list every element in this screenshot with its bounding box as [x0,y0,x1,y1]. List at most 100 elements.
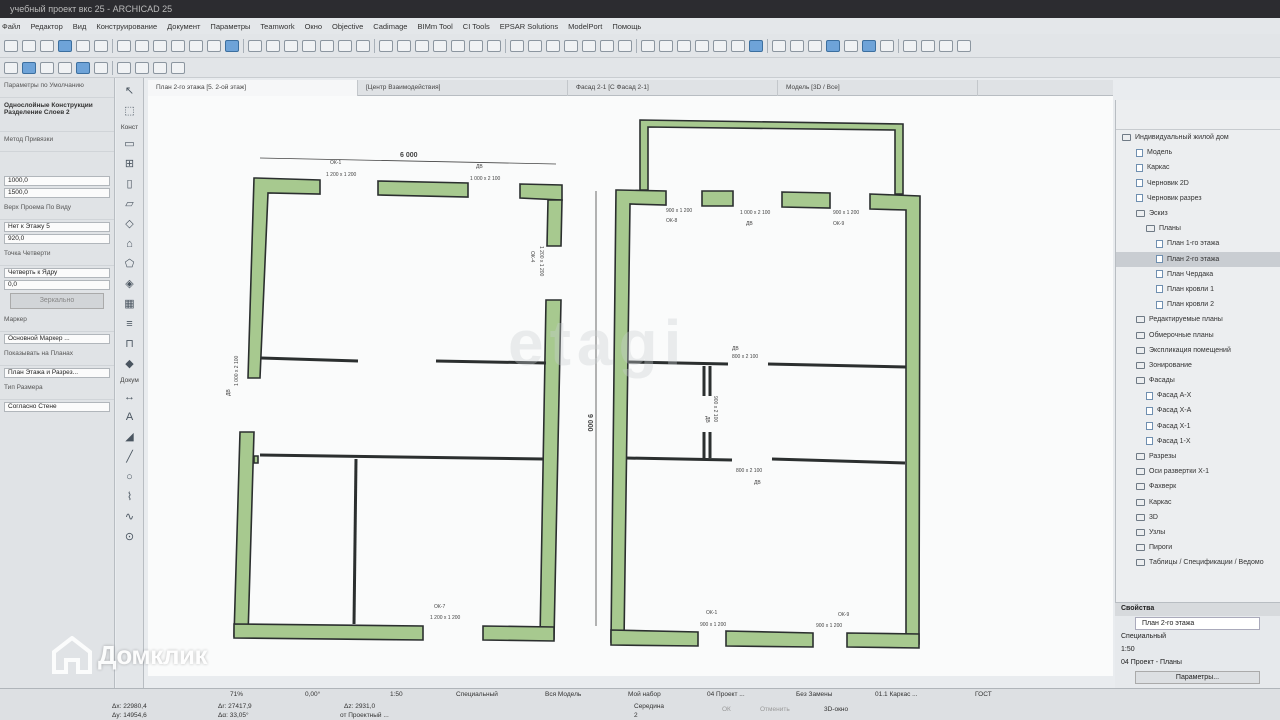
skylight-tool-icon[interactable]: ◈ [122,277,138,291]
toolbar-button-icon[interactable] [880,39,894,52]
navigator-item[interactable]: Черновик разрез [1116,191,1280,206]
fill-tool-icon[interactable]: ◢ [122,430,138,444]
dimension-tool-icon[interactable]: ↔ [122,390,138,404]
show-on-plans-select[interactable]: План Этажа и Разрез... [4,368,110,378]
navigator-item[interactable]: Черновик 2D [1116,176,1280,191]
toolbar-button-icon[interactable] [117,39,131,52]
toolbar-button-icon[interactable] [618,39,632,52]
menu-item-0[interactable]: Файл [2,22,20,31]
offset-field[interactable]: 0,0 [4,280,110,290]
view-tab-0[interactable]: План 2-го этажа [5. 2-ой этаж] [148,80,358,96]
column-tool-icon[interactable]: ▯ [122,177,138,191]
navigator-item[interactable]: План кровли 2 [1116,297,1280,312]
toolbox-design-tab[interactable]: Конст [121,124,138,131]
menu-item-12[interactable]: EPSAR Solutions [500,22,558,31]
toolbar-button-icon[interactable] [939,39,953,52]
cancel-button[interactable]: Отменить [760,706,790,713]
navigator-root[interactable]: Индивидуальный жилой дом [1116,130,1280,145]
text-tool-icon[interactable]: A [122,410,138,424]
navigator-item[interactable]: План кровли 1 [1116,282,1280,297]
toolbar-button-icon[interactable] [135,61,149,74]
mirror-button[interactable]: Зеркально [10,293,104,309]
toolbar-button-icon[interactable] [356,39,370,52]
toolbar-button-icon[interactable] [40,61,54,74]
toolbar-button-icon[interactable] [844,39,858,52]
snap-mode[interactable]: Середина [634,703,664,710]
navigator-item[interactable]: Таблицы / Спецификации / Ведомо [1116,555,1280,570]
toolbar-button-icon[interactable] [58,61,72,74]
toolbar-button-icon[interactable] [189,39,203,52]
angle-value[interactable]: 0,00° [305,691,320,698]
toolbar-button-icon[interactable] [487,39,501,52]
toolbar-button-icon[interactable] [510,39,524,52]
pen-set[interactable]: Мой набор [628,691,661,698]
toolbar-button-icon[interactable] [94,61,108,74]
stair-tool-icon[interactable]: ≡ [122,317,138,331]
toolbar-button-icon[interactable] [921,39,935,52]
beam-tool-icon[interactable]: ▱ [122,197,138,211]
model-view-option[interactable]: Вся Модель [545,691,581,698]
navigator-item[interactable]: Каркас [1116,160,1280,175]
marker-select[interactable]: Основной Маркер ... [4,334,110,344]
mesh-tool-icon[interactable]: ◆ [122,357,138,371]
toolbar-button-icon[interactable] [731,39,745,52]
navigator-item[interactable]: Фасад Х-А [1116,403,1280,418]
properties-name-field[interactable]: План 2-го этажа [1135,617,1260,630]
navigator-item[interactable]: План 1-го этажа [1116,236,1280,251]
menu-item-13[interactable]: ModelPort [568,22,602,31]
toolbar-button-icon[interactable] [135,39,149,52]
toolbar-button-icon[interactable] [862,39,876,52]
toolbar-button-icon[interactable] [320,39,334,52]
story-link-select[interactable]: Нет к Этажу 5 [4,222,110,232]
toolbar-button-icon[interactable] [582,39,596,52]
polyline-tool-icon[interactable]: ⌇ [122,490,138,504]
view-tab-3[interactable]: Модель [3D / Все] [778,80,978,96]
navigator-item[interactable]: 3D [1116,510,1280,525]
toolbar-button-icon[interactable] [76,61,90,74]
toolbar-button-icon[interactable] [600,39,614,52]
toolbar-button-icon[interactable] [659,39,673,52]
graphic-override[interactable]: Без Замены [796,691,832,698]
toolbar-button-icon[interactable] [397,39,411,52]
toolbar-button-icon[interactable] [207,39,221,52]
menu-item-6[interactable]: Teamwork [260,22,294,31]
toolbar-button-icon[interactable] [58,39,72,52]
toolbar-button-icon[interactable] [117,61,131,74]
toolbar-button-icon[interactable] [302,39,316,52]
railing-tool-icon[interactable]: ⊓ [122,337,138,351]
spline-tool-icon[interactable]: ∿ [122,510,138,524]
project-map[interactable]: 04 Проект ... [707,691,745,698]
height-field[interactable]: 920,0 [4,234,110,244]
toolbar-button-icon[interactable] [433,39,447,52]
toolbar-button-icon[interactable] [713,39,727,52]
renovation-filter[interactable]: 01.1 Каркас ... [875,691,918,698]
navigator-item[interactable]: Фасад 1-Х [1116,434,1280,449]
toolbar-button-icon[interactable] [22,39,36,52]
toolbar-button-icon[interactable] [22,61,36,74]
menu-item-10[interactable]: BIMm Tool [417,22,452,31]
toolbar-button-icon[interactable] [451,39,465,52]
arrow-tool-icon[interactable]: ↖ [122,84,138,98]
menu-item-9[interactable]: Cadimage [373,22,407,31]
toolbar-button-icon[interactable] [957,39,971,52]
dimension-standard[interactable]: ГОСТ [975,691,992,698]
toolbox-document-tab[interactable]: Докум [120,377,139,384]
navigator-item[interactable]: Модель [1116,145,1280,160]
3d-window-button[interactable]: 3D-окно [824,706,848,713]
toolbar-button-icon[interactable] [171,39,185,52]
reference-plane[interactable]: от Проектный ... [340,712,389,719]
menu-item-7[interactable]: Окно [305,22,322,31]
toolbar-button-icon[interactable] [903,39,917,52]
anchor-select[interactable]: Четверть к Ядру [4,268,110,278]
toolbar-button-icon[interactable] [379,39,393,52]
toolbar-button-icon[interactable] [40,39,54,52]
window-tool-icon[interactable]: ⊞ [122,157,138,171]
navigator-item[interactable]: Зонирование [1116,358,1280,373]
size-a-field[interactable]: 1000,0 [4,176,110,186]
line-tool-icon[interactable]: ╱ [122,450,138,464]
size-b-field[interactable]: 1500,0 [4,188,110,198]
toolbar-button-icon[interactable] [4,39,18,52]
navigator-item[interactable]: Узлы [1116,525,1280,540]
menu-item-1[interactable]: Редактор [30,22,62,31]
navigator-item[interactable]: Обмерочные планы [1116,327,1280,342]
